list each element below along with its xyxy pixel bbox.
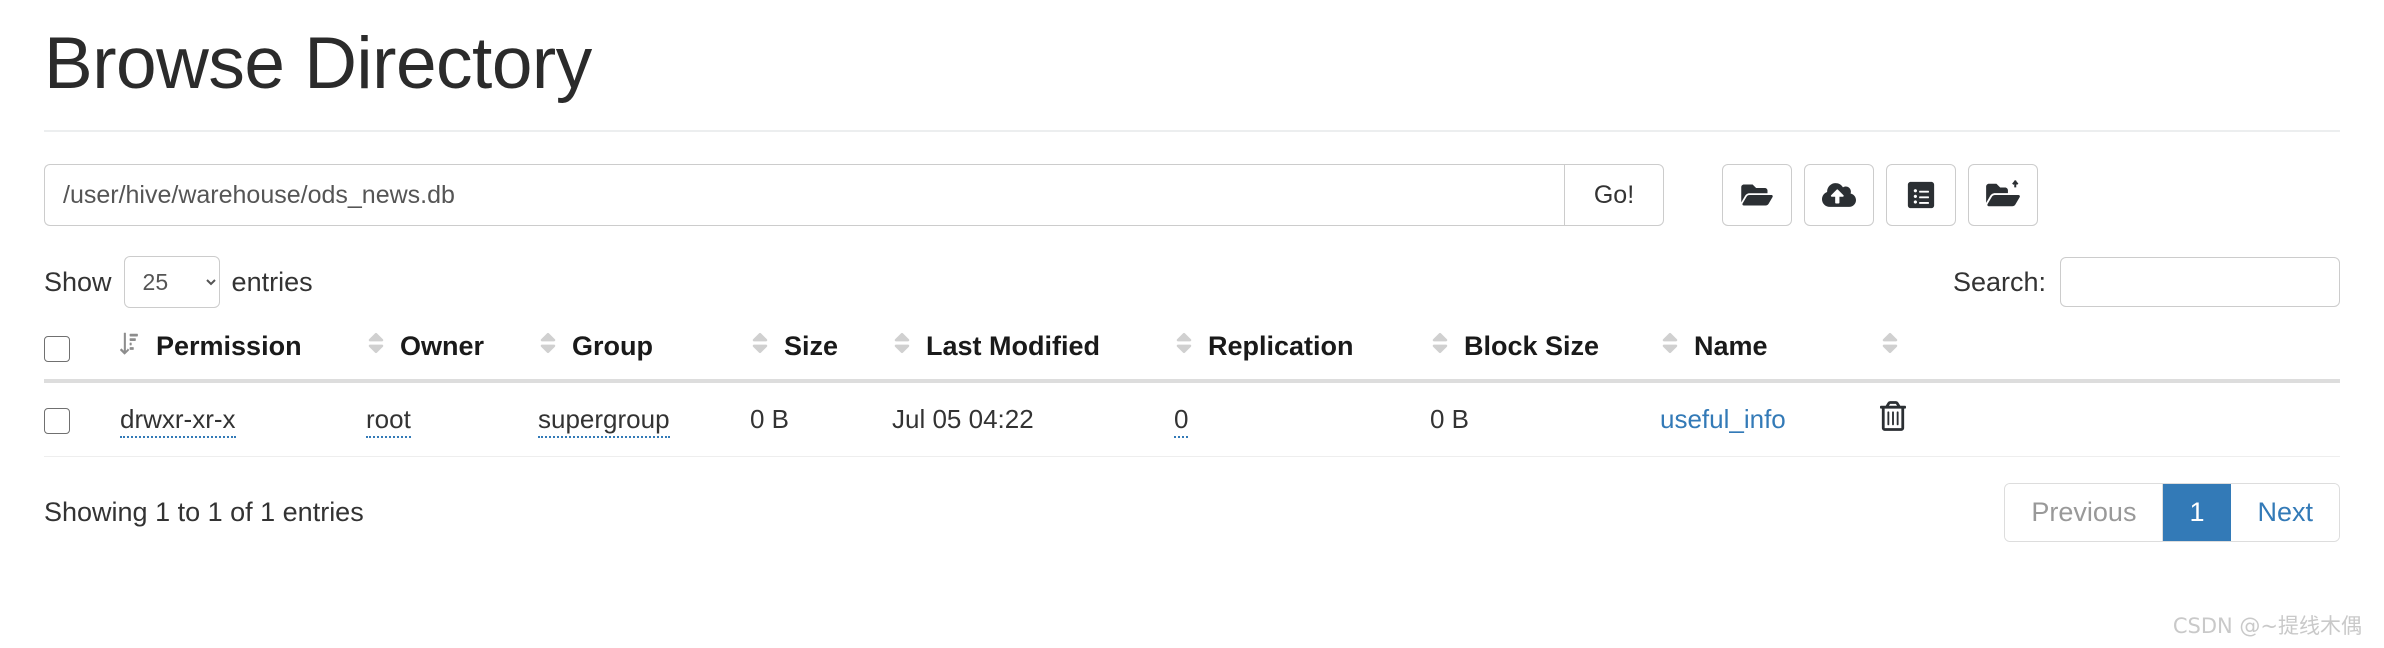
sort-both-icon [366, 330, 386, 363]
column-header-actions[interactable] [1880, 320, 2340, 384]
table-header-row: Permission Owner Group Size Last Modifie… [44, 320, 2340, 384]
column-label-permission: Permission [156, 331, 302, 362]
file-name-link[interactable]: useful_info [1660, 404, 1786, 434]
column-header-group[interactable]: Group [538, 320, 750, 384]
group-value[interactable]: supergroup [538, 404, 670, 439]
cell-permission: drwxr-xr-x [120, 381, 366, 458]
path-input-group: Go! [44, 164, 1664, 227]
create-directory-button[interactable] [1722, 164, 1792, 227]
column-label-size: Size [784, 331, 839, 362]
pagination: Previous 1 Next [2004, 483, 2340, 542]
row-select-cell [44, 381, 120, 458]
cell-actions [1880, 381, 2340, 458]
create-directory-icon [1740, 181, 1774, 209]
row-checkbox[interactable] [44, 408, 70, 435]
table-controls: Show 25 entries Search: [44, 256, 2340, 309]
column-header-permission[interactable]: Permission [119, 320, 366, 384]
sort-both-icon [538, 330, 558, 363]
column-header-owner[interactable]: Owner [366, 320, 538, 384]
sort-both-icon [1174, 330, 1194, 363]
path-input[interactable] [44, 164, 1564, 227]
trash-icon [1880, 401, 1906, 434]
sort-both-icon [892, 330, 912, 363]
entries-label: entries [231, 266, 313, 297]
column-label-name: Name [1694, 331, 1768, 362]
sort-both-icon [1430, 330, 1450, 363]
sort-both-icon [750, 330, 770, 363]
sort-both-icon [1880, 330, 1900, 363]
permission-value[interactable]: drwxr-xr-x [120, 404, 236, 439]
go-button[interactable]: Go! [1564, 164, 1664, 227]
page-length-control: Show 25 entries [44, 256, 313, 309]
cell-group: supergroup [538, 381, 750, 458]
upload-files-button[interactable] [1804, 164, 1874, 227]
column-label-owner: Owner [400, 331, 485, 362]
watermark: CSDN @~提线木偶 [2172, 614, 2362, 638]
table-row: drwxr-xr-x root supergroup 0 B Jul 05 04… [44, 381, 2340, 458]
clipboard-list-icon [1907, 180, 1935, 210]
column-header-replication[interactable]: Replication [1174, 320, 1430, 384]
sort-amount-down-icon [119, 330, 142, 363]
owner-value[interactable]: root [366, 404, 411, 439]
column-label-replication: Replication [1208, 331, 1354, 362]
show-snapshots-button[interactable] [1886, 164, 1956, 227]
column-header-last-modified[interactable]: Last Modified [892, 320, 1174, 384]
column-header-size[interactable]: Size [750, 320, 892, 384]
sort-both-icon [1660, 330, 1680, 363]
title-divider [44, 130, 2340, 133]
browse-directory-page: Browse Directory Go! [0, 0, 2384, 648]
pagination-previous[interactable]: Previous [2005, 484, 2164, 541]
file-listing-table: Permission Owner Group Size Last Modifie… [44, 320, 2340, 458]
cell-size: 0 B [750, 381, 892, 458]
cell-block-size: 0 B [1430, 381, 1660, 458]
column-label-last-modified: Last Modified [926, 331, 1100, 362]
cell-name: useful_info [1660, 381, 1880, 458]
column-label-block-size: Block Size [1464, 331, 1600, 362]
pagination-next[interactable]: Next [2231, 484, 2339, 541]
show-label: Show [44, 266, 112, 297]
column-label-group: Group [572, 331, 653, 362]
search-control: Search: [1952, 257, 2340, 308]
pagination-page-1[interactable]: 1 [2163, 484, 2232, 541]
entries-info: Showing 1 to 1 of 1 entries [44, 496, 364, 527]
cut-paste-folder-icon [1986, 180, 2020, 210]
column-header-select-all[interactable] [44, 320, 120, 384]
page-length-select[interactable]: 25 [123, 256, 220, 309]
path-toolbar: Go! [44, 164, 2340, 227]
cell-owner: root [366, 381, 538, 458]
select-all-checkbox[interactable] [44, 336, 70, 363]
column-header-name[interactable]: Name [1660, 320, 1880, 384]
replication-value[interactable]: 0 [1174, 404, 1189, 439]
delete-row-button[interactable] [1880, 401, 1906, 434]
cell-replication: 0 [1174, 381, 1430, 458]
column-header-block-size[interactable]: Block Size [1430, 320, 1660, 384]
search-label: Search: [1952, 266, 2046, 297]
cut-paste-button[interactable] [1968, 164, 2038, 227]
cloud-upload-icon [1822, 181, 1856, 209]
page-title: Browse Directory [44, 23, 592, 104]
table-footer: Showing 1 to 1 of 1 entries Previous 1 N… [44, 483, 2340, 542]
toolbar-buttons [1722, 164, 2038, 227]
search-input[interactable] [2060, 257, 2340, 308]
cell-last-modified: Jul 05 04:22 [892, 381, 1174, 458]
